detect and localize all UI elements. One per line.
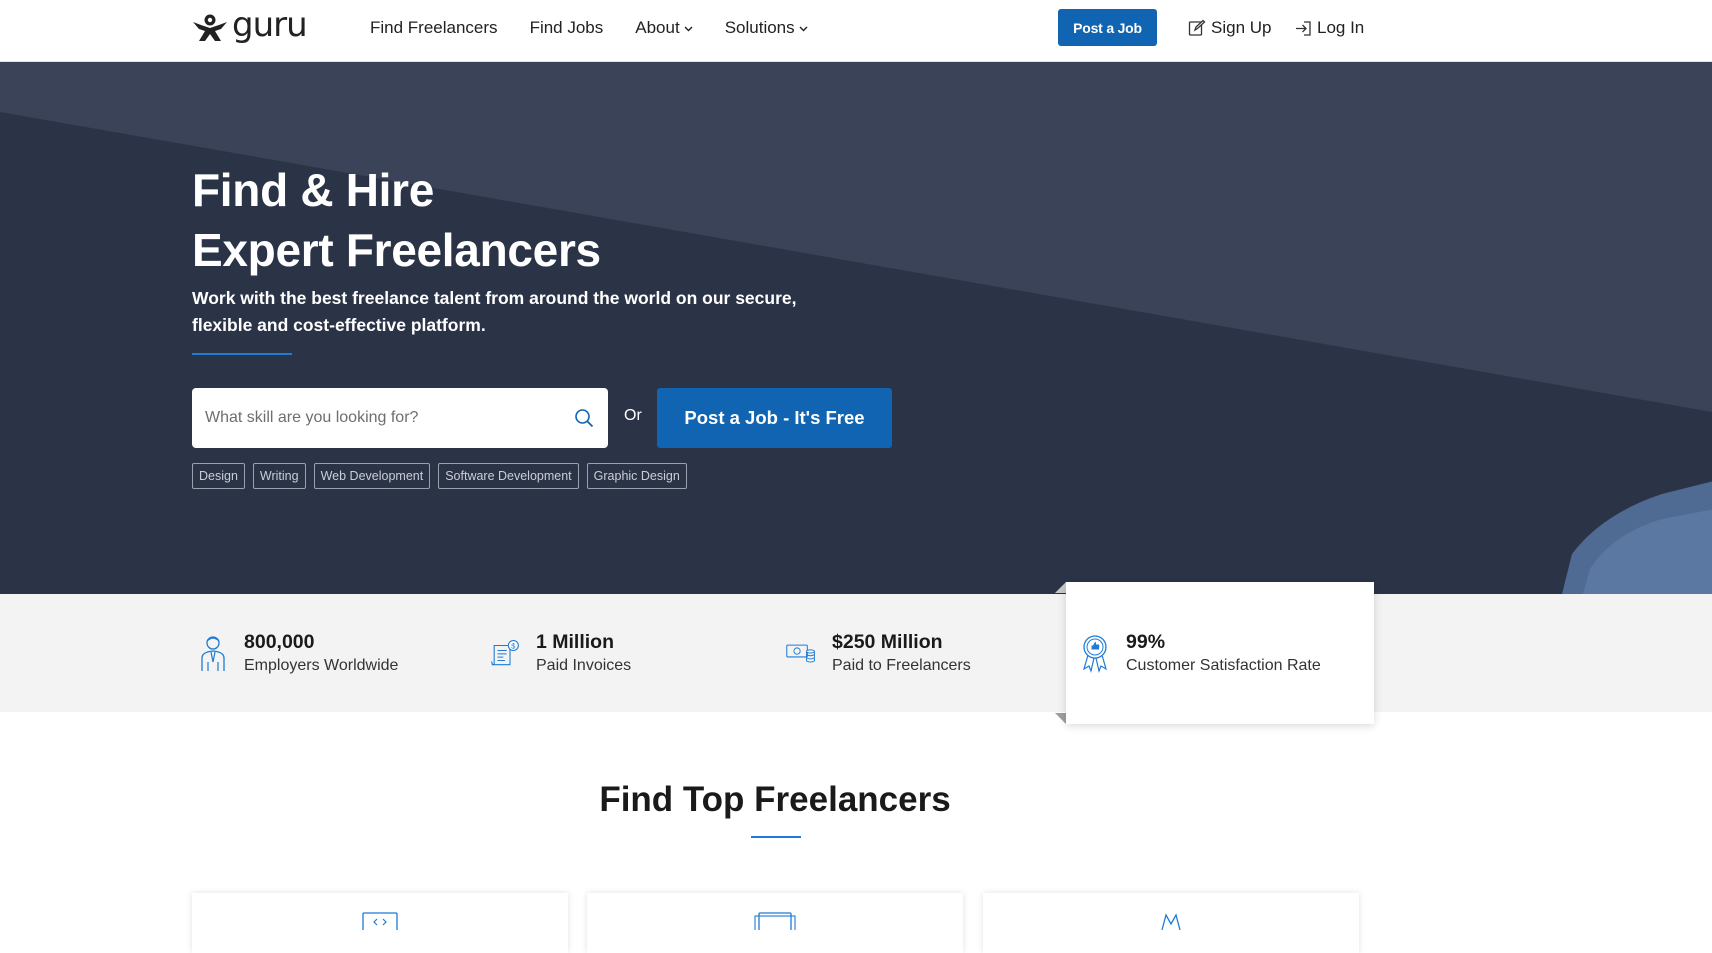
nav-label: About <box>635 18 680 37</box>
hero-subtitle-line: flexible and cost-effective platform. <box>192 315 486 335</box>
hero-divider <box>192 353 292 355</box>
login-label: Log In <box>1317 18 1365 37</box>
hero-person-image <box>1562 481 1712 594</box>
main-nav: Find Freelancers Find Jobs About Solutio… <box>370 0 808 56</box>
stat-value: 99% <box>1126 631 1166 653</box>
card-fold-decoration <box>1055 713 1066 724</box>
design-monitor-icon <box>754 912 796 930</box>
money-icon <box>786 644 815 663</box>
chevron-down-icon <box>799 26 808 31</box>
stat-icon-wrap <box>1080 634 1110 673</box>
hero-subtitle: Work with the best freelance talent from… <box>192 285 812 339</box>
logo-wordmark: guru <box>232 5 308 45</box>
stat-icon-wrap <box>786 634 816 672</box>
stat-text: $250 Million Paid to Freelancers <box>832 629 971 677</box>
stat-label: Customer Satisfaction Rate <box>1126 657 1321 674</box>
stat-employers: 800,000 Employers Worldwide <box>198 594 398 712</box>
skill-tag-writing[interactable]: Writing <box>252 463 306 489</box>
stats-bar: 800,000 Employers Worldwide $ 1 Million … <box>0 594 1712 712</box>
stat-icon-wrap: $ <box>490 634 520 672</box>
category-card[interactable] <box>983 893 1359 953</box>
nav-label: Find Freelancers <box>370 18 498 37</box>
stat-value: $250 Million <box>832 631 943 653</box>
chevron-down-icon <box>684 26 693 31</box>
skill-tag-graphic-design[interactable]: Graphic Design <box>586 463 687 489</box>
nav-solutions[interactable]: Solutions <box>725 18 808 38</box>
nav-about[interactable]: About <box>635 18 693 38</box>
stat-satisfaction: 99% Customer Satisfaction Rate <box>1066 582 1374 724</box>
login-icon <box>1296 20 1311 36</box>
login-link[interactable]: Log In <box>1295 0 1364 56</box>
guru-logo[interactable]: guru <box>191 5 308 46</box>
stat-label: Employers Worldwide <box>244 657 399 674</box>
invoice-icon: $ <box>491 639 519 666</box>
card-fold-decoration <box>1055 582 1066 593</box>
skill-tag-design[interactable]: Design <box>192 463 245 489</box>
stat-label: Paid to Freelancers <box>832 657 971 674</box>
post-job-button[interactable]: Post a Job <box>1058 9 1157 46</box>
stat-text: 800,000 Employers Worldwide <box>244 629 398 677</box>
site-header: guru Find Freelancers Find Jobs About So… <box>0 0 1712 62</box>
skill-tag-software-development[interactable]: Software Development <box>438 463 579 489</box>
hero-section: Find & Hire Expert Freelancers Work with… <box>0 62 1712 594</box>
skill-search-box <box>192 388 608 448</box>
skill-search-input[interactable] <box>205 409 574 427</box>
edit-icon <box>1188 19 1206 36</box>
section-title: Find Top Freelancers <box>599 780 951 819</box>
nav-find-freelancers[interactable]: Find Freelancers <box>370 18 498 38</box>
stat-value: 1 Million <box>536 631 614 653</box>
stat-label: Paid Invoices <box>536 657 632 674</box>
skill-tag-web-development[interactable]: Web Development <box>313 463 431 489</box>
stat-value: 800,000 <box>244 631 315 653</box>
stat-paid: $250 Million Paid to Freelancers <box>786 594 971 712</box>
code-monitor-icon <box>362 912 398 930</box>
category-card[interactable] <box>192 893 568 953</box>
post-job-free-button[interactable]: Post a Job - It's Free <box>657 388 892 448</box>
signup-link[interactable]: Sign Up <box>1188 0 1271 56</box>
nav-label: Solutions <box>724 18 795 37</box>
pen-tool-icon <box>1161 913 1181 930</box>
search-icon[interactable] <box>574 408 594 428</box>
category-card[interactable] <box>587 893 963 953</box>
signup-label: Sign Up <box>1211 18 1272 37</box>
hero-subtitle-line: Work with the best freelance talent from… <box>192 288 797 308</box>
popular-skill-tags: Design Writing Web Development Software … <box>192 463 687 489</box>
stat-icon-wrap <box>198 634 228 672</box>
stat-text: 1 Million Paid Invoices <box>536 629 631 677</box>
or-label: Or <box>624 407 642 424</box>
hero-title-line: Expert Freelancers <box>192 224 601 276</box>
award-icon <box>1083 635 1107 673</box>
nav-find-jobs[interactable]: Find Jobs <box>530 18 604 38</box>
guru-logo-icon <box>193 14 227 41</box>
stat-invoices: $ 1 Million Paid Invoices <box>490 594 631 712</box>
hero-title: Find & Hire Expert Freelancers <box>192 160 601 280</box>
employer-icon <box>201 636 225 671</box>
section-divider <box>751 836 801 838</box>
hero-title-line: Find & Hire <box>192 164 435 216</box>
nav-label: Find Jobs <box>529 18 604 37</box>
stat-text: 99% Customer Satisfaction Rate <box>1126 629 1321 677</box>
